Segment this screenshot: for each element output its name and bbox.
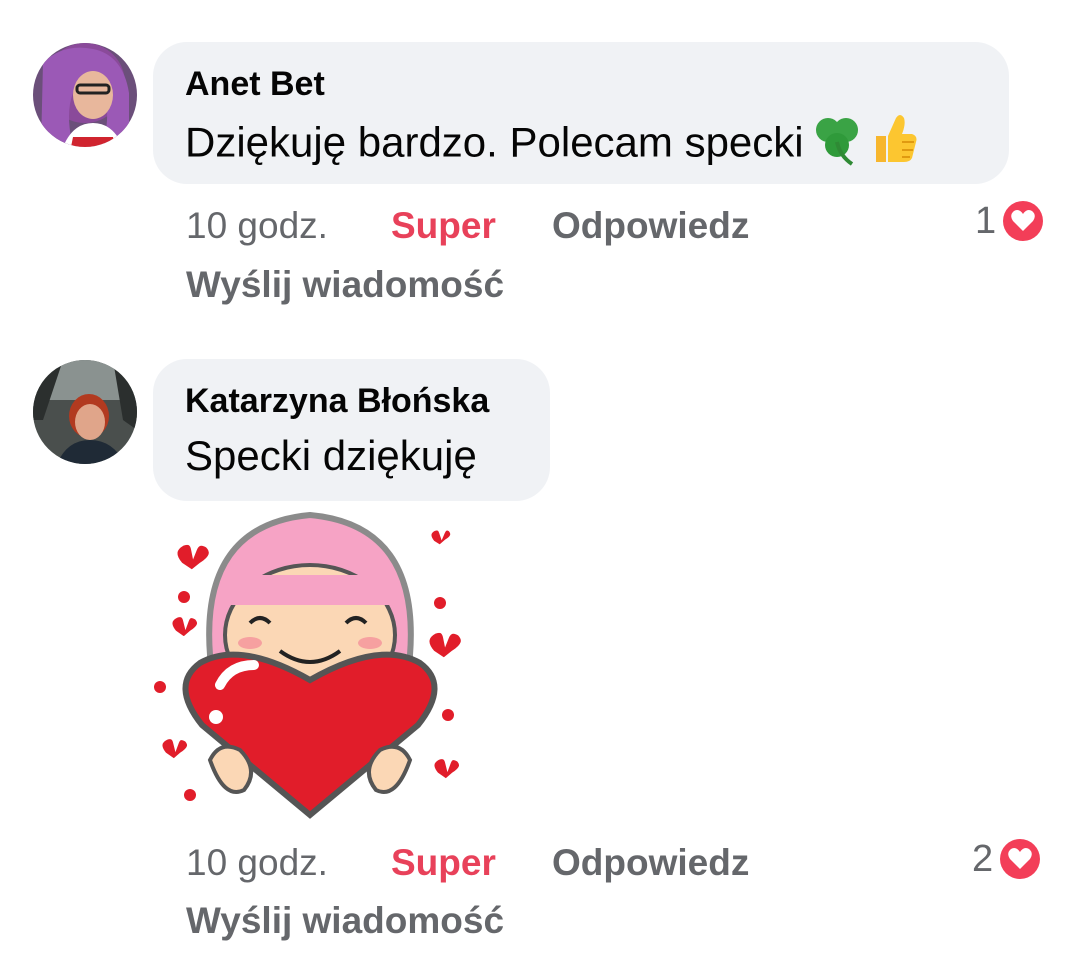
comment-time[interactable]: 10 godz.	[186, 841, 328, 885]
shamrock-icon	[808, 112, 866, 179]
reaction-count: 2	[972, 838, 994, 880]
comment-bubble: Anet Bet Dziękuję bardzo. Polecam specki	[153, 42, 1009, 184]
comment-author[interactable]: Katarzyna Błońska	[185, 381, 518, 421]
comment-text-content: Dziękuję bardzo. Polecam specki	[185, 118, 804, 166]
avatar[interactable]	[33, 360, 137, 464]
reaction-super-button[interactable]: Super	[391, 841, 496, 885]
thumbs-up-icon	[868, 112, 918, 179]
reaction-super-button[interactable]: Super	[391, 204, 496, 248]
send-message-button[interactable]: Wyślij wiadomość	[186, 899, 504, 943]
comment-text: Dziękuję bardzo. Polecam specki	[185, 112, 977, 179]
avatar[interactable]	[33, 43, 137, 147]
avatar-image-icon	[33, 43, 137, 147]
send-message-button[interactable]: Wyślij wiadomość	[186, 263, 504, 307]
comment-bubble: Katarzyna Błońska Specki dziękuję	[153, 359, 550, 501]
comment-time[interactable]: 10 godz.	[186, 204, 328, 248]
reply-button[interactable]: Odpowiedz	[552, 841, 749, 885]
sticker-image-icon	[154, 511, 467, 819]
comment-author[interactable]: Anet Bet	[185, 64, 977, 104]
reaction-count: 1	[975, 200, 997, 242]
heart-reaction-icon	[997, 836, 1044, 882]
reaction-summary[interactable]: 1	[975, 198, 1047, 244]
reaction-summary[interactable]: 2	[972, 836, 1044, 882]
girl-hugging-heart-sticker[interactable]	[150, 505, 470, 825]
avatar-image-icon	[33, 360, 137, 464]
reply-button[interactable]: Odpowiedz	[552, 204, 749, 248]
heart-reaction-icon	[1000, 198, 1047, 244]
comment-text: Specki dziękuję	[185, 432, 477, 479]
